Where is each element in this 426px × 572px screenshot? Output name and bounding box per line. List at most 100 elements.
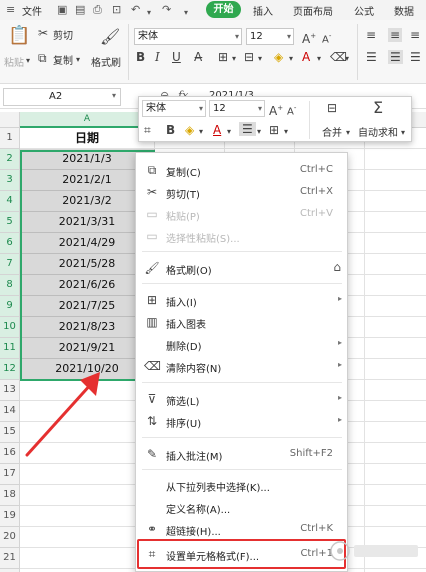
row-header[interactable]: 11: [0, 338, 20, 359]
row-header[interactable]: 17: [0, 464, 20, 485]
borders-dropdown-icon[interactable]: ▾: [284, 125, 288, 139]
export-pdf-icon[interactable]: ▤: [75, 3, 85, 16]
row-header[interactable]: 4: [0, 191, 20, 212]
grid-cell[interactable]: [365, 506, 426, 527]
font-color-dropdown-icon[interactable]: ▾: [317, 52, 321, 66]
row-header[interactable]: 15: [0, 422, 20, 443]
grid-cell[interactable]: [365, 233, 426, 254]
menu-item-copy[interactable]: ⧉ 复制(C) Ctrl+C: [136, 159, 347, 181]
tab-start[interactable]: 开始: [206, 1, 241, 18]
menu-item-insert-comment[interactable]: ✎ 插入批注(M) Shift+F2: [136, 443, 347, 465]
paste-icon[interactable]: 📋: [8, 26, 30, 46]
merge-icon[interactable]: ⊟: [327, 101, 337, 115]
name-box-dropdown-icon[interactable]: ▾: [112, 91, 116, 100]
print-icon[interactable]: ⎙: [93, 3, 102, 16]
align-dropdown-icon[interactable]: ▾: [257, 125, 261, 139]
strikethrough-icon[interactable]: A̶: [194, 50, 202, 64]
grid-cell[interactable]: [365, 296, 426, 317]
cut-button[interactable]: 剪切: [53, 27, 73, 42]
italic-icon[interactable]: I: [155, 50, 160, 64]
align-top-icon[interactable]: ≡: [366, 28, 376, 42]
format-cells-icon[interactable]: ⌗: [144, 123, 151, 137]
align-left-icon[interactable]: ☰: [366, 50, 377, 64]
name-box[interactable]: A2: [3, 88, 121, 106]
clear-format-dropdown-icon[interactable]: ▾: [345, 52, 349, 66]
preview-icon[interactable]: ⊡: [112, 3, 121, 16]
menu-item-filter[interactable]: ⊽ 筛选(L) ▸: [136, 388, 347, 410]
grid-cell[interactable]: [365, 170, 426, 191]
grid-cell[interactable]: [365, 212, 426, 233]
align-bottom-icon[interactable]: ≡: [410, 28, 420, 42]
grid-cell[interactable]: [365, 485, 426, 506]
menu-icon[interactable]: ≡: [6, 3, 15, 16]
menu-item-define-name[interactable]: 定义名称(A)...: [136, 496, 347, 518]
row-header[interactable]: 21: [0, 548, 20, 569]
fill-color-dropdown-icon[interactable]: ▾: [199, 125, 203, 139]
merge-button[interactable]: 合并: [322, 124, 342, 139]
grid-cell[interactable]: [365, 359, 426, 380]
select-all-corner[interactable]: [0, 112, 20, 128]
tab-formula[interactable]: 公式: [354, 3, 374, 18]
row-header[interactable]: 6: [0, 233, 20, 254]
grid-cell[interactable]: [365, 149, 426, 170]
row-header[interactable]: 9: [0, 296, 20, 317]
increase-font-icon[interactable]: A+: [302, 29, 316, 46]
format-painter-button[interactable]: 格式刷: [91, 54, 121, 69]
align-center-icon[interactable]: ☰: [388, 50, 403, 64]
font-color-dropdown-icon[interactable]: ▾: [227, 125, 231, 139]
grid-cell[interactable]: [365, 275, 426, 296]
font-color-icon[interactable]: A: [302, 50, 310, 64]
bold-icon[interactable]: B: [136, 50, 145, 64]
row-header[interactable]: 5: [0, 212, 20, 233]
fill-color-icon[interactable]: ◈: [274, 50, 283, 64]
row-header[interactable]: 8: [0, 275, 20, 296]
row-header[interactable]: 10: [0, 317, 20, 338]
row-header[interactable]: 16: [0, 443, 20, 464]
row-header[interactable]: 1: [0, 128, 20, 149]
borders-icon[interactable]: ⊞: [269, 123, 279, 137]
row-header[interactable]: 14: [0, 401, 20, 422]
increase-font-icon[interactable]: A+: [269, 101, 283, 118]
fill-color-icon[interactable]: ◈: [185, 123, 194, 137]
row-header[interactable]: 3: [0, 170, 20, 191]
row-header[interactable]: 12: [0, 359, 20, 380]
cell-header-date[interactable]: 日期: [20, 128, 155, 149]
grid-cell[interactable]: [365, 317, 426, 338]
align-center-icon[interactable]: ☰: [239, 122, 256, 136]
merge-dropdown-icon[interactable]: ▾: [346, 126, 350, 140]
row-header[interactable]: 2: [0, 149, 20, 170]
row-header[interactable]: 7: [0, 254, 20, 275]
mini-font-name-select[interactable]: 宋体 ▾: [142, 100, 206, 117]
font-size-select[interactable]: 12 ▾: [246, 28, 294, 45]
menu-item-sort[interactable]: ⇅ 排序(U) ▸: [136, 410, 347, 432]
autosum-dropdown-icon[interactable]: ▾: [401, 126, 405, 140]
save-icon[interactable]: ▣: [57, 3, 67, 16]
menu-item-insert-chart[interactable]: ▥ 插入图表: [136, 311, 347, 333]
grid-cell[interactable]: [365, 464, 426, 485]
decrease-font-icon[interactable]: A-: [322, 29, 331, 47]
merge-icon[interactable]: ⊟: [244, 50, 254, 64]
sum-icon[interactable]: Σ: [373, 99, 383, 117]
copy-dropdown-icon[interactable]: ▾: [76, 53, 80, 67]
menu-item-paste[interactable]: ▭ 粘贴(P) Ctrl+V: [136, 203, 347, 225]
grid-cell[interactable]: [365, 338, 426, 359]
menu-item-pick-from-list[interactable]: 从下拉列表中选择(K)...: [136, 474, 347, 496]
font-name-select[interactable]: 宋体 ▾: [134, 28, 242, 45]
row-header[interactable]: 20: [0, 527, 20, 548]
column-header-a[interactable]: A: [20, 112, 155, 128]
row-header[interactable]: 19: [0, 506, 20, 527]
tab-insert[interactable]: 插入: [253, 3, 273, 18]
menu-item-delete[interactable]: 删除(D) ▸: [136, 333, 347, 355]
grid-cell[interactable]: [365, 422, 426, 443]
row-header[interactable]: 18: [0, 485, 20, 506]
menu-item-cut[interactable]: ✂ 剪切(T) Ctrl+X: [136, 181, 347, 203]
tab-data[interactable]: 数据: [394, 3, 414, 18]
fill-color-dropdown-icon[interactable]: ▾: [289, 52, 293, 66]
bold-icon[interactable]: B: [166, 123, 175, 137]
grid-cell[interactable]: [365, 191, 426, 212]
menu-item-clear-contents[interactable]: ⌫ 清除内容(N) ▸: [136, 355, 347, 377]
file-menu[interactable]: 文件: [22, 3, 42, 18]
borders-dropdown-icon[interactable]: ▾: [232, 52, 236, 66]
paste-dropdown-icon[interactable]: ▾: [26, 54, 30, 68]
tab-page-layout[interactable]: 页面布局: [293, 3, 333, 18]
